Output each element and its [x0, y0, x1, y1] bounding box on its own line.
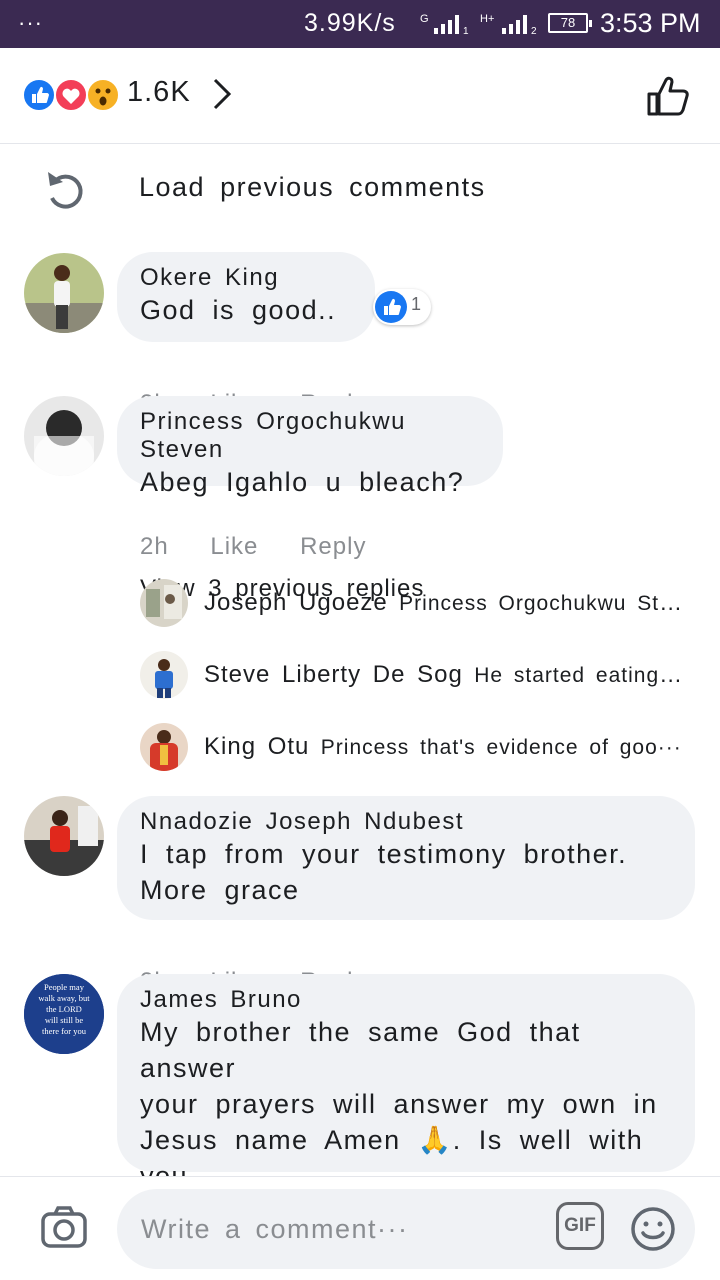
reply-item[interactable]: King Otu Princess that's evidence of goo…: [0, 723, 720, 773]
comment-actions: 2h Like Reply: [140, 533, 400, 561]
signal-2-icon: H+ 2: [480, 13, 537, 36]
reply-body: He started eating ···: [474, 664, 684, 687]
comments-sheet: 1.6K Load previous comments Okere King G…: [0, 48, 720, 1280]
comment-author[interactable]: Nnadozie Joseph Ndubest: [140, 808, 672, 836]
avatar[interactable]: [140, 651, 188, 699]
comment-input-container[interactable]: [117, 1189, 695, 1269]
comment-text-line: More grace: [140, 875, 300, 905]
reply-body: Princess that's evidence of goo···: [320, 736, 682, 759]
reaction-count: 1: [411, 294, 422, 314]
avatar[interactable]: [140, 579, 188, 627]
reply-button[interactable]: Reply: [300, 533, 366, 560]
reply-text: Joseph Ugoeze Princess Orgochukwu Stev··…: [204, 589, 684, 617]
gif-button[interactable]: GIF: [556, 1202, 604, 1250]
comment-text: Abeg Igahlo u bleach?: [140, 467, 465, 497]
avatar[interactable]: [140, 723, 188, 771]
comment-bubble[interactable]: Princess Orgochukwu Steven Abeg Igahlo u…: [117, 396, 503, 497]
comment-text-line: your prayers will answer my own in: [140, 1089, 658, 1119]
reply-text: Steve Liberty De Sog He started eating ·…: [204, 661, 684, 689]
svg-text:2: 2: [531, 26, 537, 36]
comment-text-line: Jesus name Amen 🙏. Is well with: [140, 1125, 644, 1155]
avatar[interactable]: People may walk away, but the LORD will sti…: [24, 974, 104, 1054]
notification-dots: ···: [18, 10, 43, 35]
comment-bubble[interactable]: Okere King God is good..: [117, 252, 375, 342]
comment-time: 2h: [140, 533, 169, 560]
svg-text:1: 1: [463, 26, 469, 36]
emoji-icon[interactable]: [630, 1206, 676, 1252]
svg-text:H+: H+: [480, 13, 494, 25]
avatar[interactable]: [24, 396, 104, 476]
wow-reaction-icon: [86, 78, 120, 112]
comment-author[interactable]: Okere King: [140, 264, 352, 292]
camera-icon[interactable]: [40, 1205, 88, 1249]
avatar[interactable]: [24, 253, 104, 333]
signal-1-icon: G 1: [420, 13, 469, 36]
comment-author[interactable]: James Bruno: [140, 986, 672, 1014]
refresh-icon: [48, 172, 83, 209]
chevron-right-icon[interactable]: [210, 76, 234, 112]
clock: 3:53 PM: [600, 8, 701, 38]
reply-author[interactable]: King Otu: [204, 733, 309, 760]
svg-text:G: G: [420, 13, 429, 25]
comment-reaction-badge[interactable]: 1: [373, 289, 431, 325]
like-reaction-icon: [22, 78, 56, 112]
comment-bubble[interactable]: Nnadozie Joseph Ndubest I tap from your …: [117, 796, 695, 920]
comment-composer: [0, 1176, 720, 1280]
battery-icon: 78: [548, 13, 592, 33]
reply-body: Princess Orgochukwu Stev···: [399, 592, 684, 615]
reaction-count: 1.6K: [127, 76, 191, 108]
reaction-icons: [22, 78, 122, 112]
reply-author[interactable]: Steve Liberty De Sog: [204, 661, 463, 688]
comment-input[interactable]: [117, 1189, 547, 1269]
like-reaction-icon: [375, 291, 407, 323]
reply-item[interactable]: Steve Liberty De Sog He started eating ·…: [0, 651, 720, 701]
comment-bubble[interactable]: James Bruno My brother the same God that…: [117, 974, 695, 1191]
avatar-quote-image: People may walk away, but the LORD will sti…: [24, 974, 104, 1054]
comment-text-line: My brother the same God that answer: [140, 1017, 581, 1083]
comment-text: God is good..: [140, 295, 337, 325]
status-bar: ··· 3.99K/s G 1 H+ 2 78 3:53 PM: [0, 0, 720, 48]
comment-text-line: I tap from your testimony brother.: [140, 839, 628, 869]
love-reaction-icon: [54, 78, 88, 112]
reply-text: King Otu Princess that's evidence of goo…: [204, 733, 684, 761]
avatar[interactable]: [24, 796, 104, 876]
reply-author[interactable]: Joseph Ugoeze: [204, 589, 388, 616]
load-previous-comments[interactable]: Load previous comments: [0, 158, 720, 218]
like-post-button[interactable]: [645, 74, 691, 118]
reactions-header[interactable]: 1.6K: [0, 48, 720, 144]
load-previous-label: Load previous comments: [139, 172, 486, 202]
like-button[interactable]: Like: [210, 533, 258, 560]
comment-author[interactable]: Princess Orgochukwu Steven: [140, 408, 480, 464]
reply-item[interactable]: Joseph Ugoeze Princess Orgochukwu Stev··…: [0, 579, 720, 629]
network-speed: 3.99K/s: [304, 9, 396, 37]
